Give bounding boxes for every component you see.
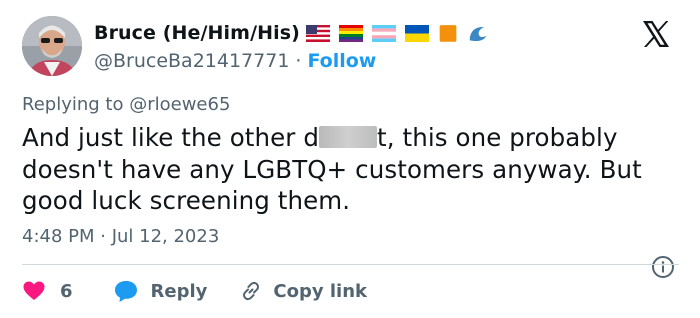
tweet-timestamp[interactable]: 4:48 PM · Jul 12, 2023	[22, 226, 219, 247]
tweet-actions: 6 Reply Copy link	[22, 278, 367, 304]
tweet-text-part1: And just like the other d	[22, 123, 320, 152]
replying-to-prefix: Replying to	[22, 94, 124, 115]
display-name[interactable]: Bruce (He/Him/His)	[94, 22, 300, 44]
replying-to-mention[interactable]: @rloewe65	[129, 94, 230, 115]
user-handle-row: @BruceBa21417771 · Follow	[94, 48, 376, 74]
redaction-block	[319, 126, 378, 148]
wave-icon	[469, 27, 487, 42]
avatar-photo	[22, 16, 82, 76]
like-count: 6	[60, 280, 73, 302]
reply-button[interactable]: Reply	[113, 279, 208, 303]
replying-to: Replying to @rloewe65	[22, 94, 230, 115]
us-flag-icon	[305, 24, 330, 42]
follow-button[interactable]: Follow	[307, 50, 376, 72]
copy-link-button[interactable]: Copy link	[239, 279, 367, 303]
rainbow-flag-icon	[338, 24, 363, 42]
name-flags	[305, 22, 489, 44]
info-icon[interactable]	[651, 255, 675, 279]
handle-separator: ·	[295, 50, 302, 72]
reply-bubble-icon	[114, 281, 137, 302]
orange-square-icon	[439, 25, 457, 42]
copy-link-label: Copy link	[273, 280, 367, 302]
user-handle[interactable]: @BruceBa21417771	[94, 50, 289, 72]
reply-label: Reply	[150, 280, 208, 302]
trans-flag-icon	[371, 24, 396, 42]
link-icon	[243, 281, 260, 301]
x-logo-icon[interactable]	[640, 18, 672, 50]
ukraine-flag-icon	[404, 24, 429, 42]
avatar[interactable]	[22, 16, 82, 76]
heart-icon	[23, 281, 45, 300]
like-button[interactable]: 6	[22, 279, 73, 303]
user-name-row: Bruce (He/Him/His)	[94, 20, 489, 46]
divider	[22, 264, 679, 265]
tweet-text: And just like the other d t, this one pro…	[22, 122, 688, 217]
